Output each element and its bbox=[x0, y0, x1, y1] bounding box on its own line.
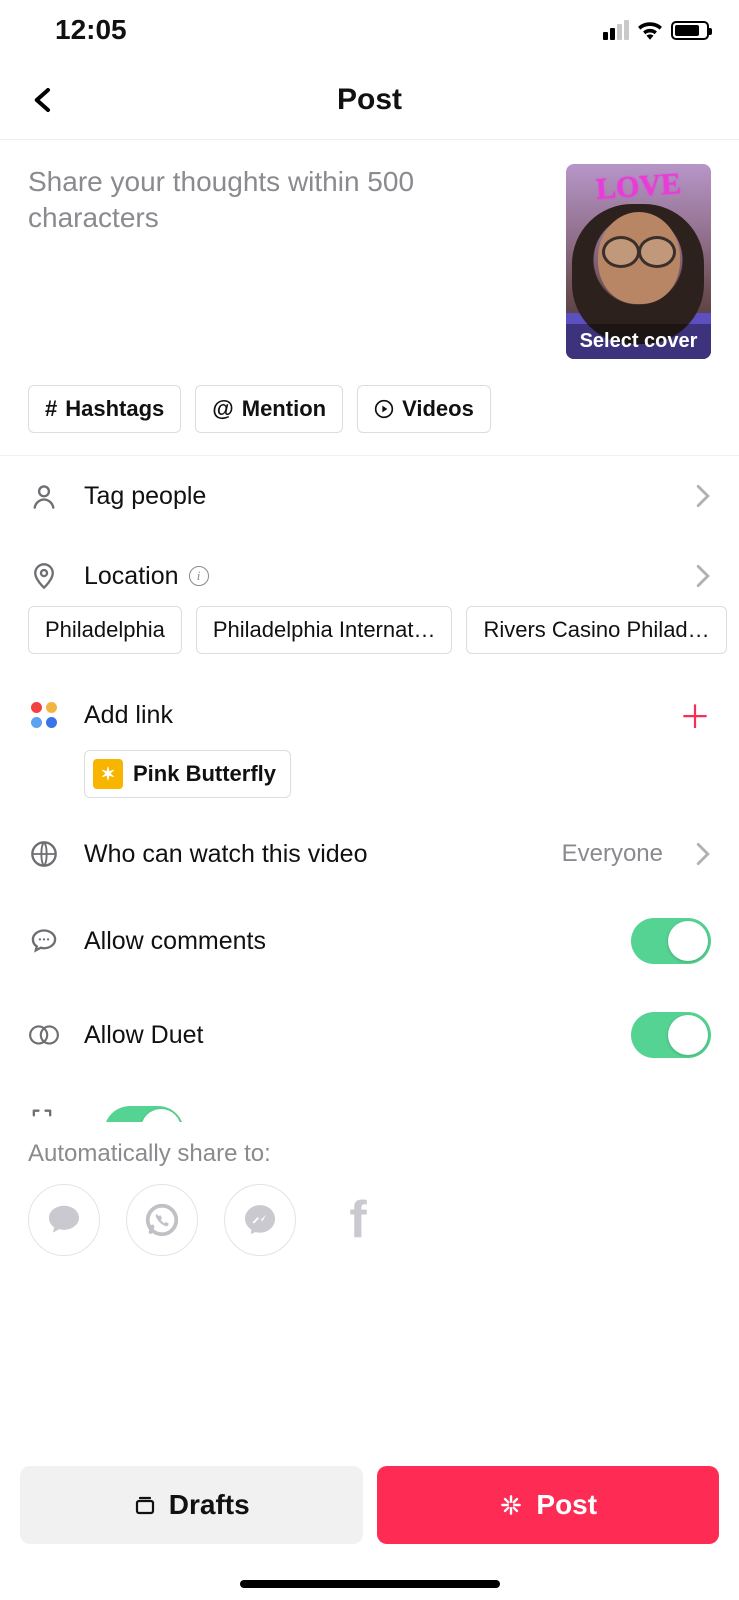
post-button[interactable]: Post bbox=[377, 1466, 720, 1544]
location-row[interactable]: Locationi bbox=[0, 536, 739, 606]
add-link-label: Add link bbox=[84, 701, 655, 730]
hashtags-chip[interactable]: # Hashtags bbox=[28, 385, 181, 433]
clock: 12:05 bbox=[55, 14, 127, 46]
comment-icon bbox=[28, 925, 60, 957]
video-thumbnail[interactable]: LOVE Select cover bbox=[566, 164, 711, 359]
mention-chip[interactable]: @ Mention bbox=[195, 385, 343, 433]
videos-chip[interactable]: Videos bbox=[357, 385, 491, 433]
globe-icon bbox=[28, 838, 60, 870]
apps-dots-icon bbox=[28, 699, 60, 731]
allow-duet-row: Allow Duet bbox=[0, 988, 739, 1082]
home-indicator bbox=[240, 1580, 500, 1588]
chevron-right-icon bbox=[695, 484, 711, 508]
share-label: Automatically share to: bbox=[28, 1140, 711, 1168]
battery-icon bbox=[671, 21, 709, 40]
compose-area: Share your thoughts within 500 character… bbox=[0, 140, 739, 371]
nav-header: Post bbox=[0, 60, 739, 140]
duet-icon bbox=[28, 1019, 60, 1051]
allow-comments-toggle[interactable] bbox=[631, 918, 711, 964]
page-title: Post bbox=[337, 83, 402, 117]
privacy-value: Everyone bbox=[562, 840, 663, 868]
hash-icon: # bbox=[45, 396, 57, 422]
videos-chip-label: Videos bbox=[402, 396, 474, 422]
content-scroll[interactable]: Share your thoughts within 500 character… bbox=[0, 140, 739, 1600]
tag-people-row[interactable]: Tag people bbox=[0, 456, 739, 536]
location-chip[interactable]: Rivers Casino Philad… bbox=[466, 606, 726, 654]
link-effect-label: Pink Butterfly bbox=[133, 761, 276, 787]
share-sms-button[interactable] bbox=[28, 1184, 100, 1256]
cellular-icon bbox=[603, 20, 629, 40]
post-label: Post bbox=[536, 1489, 597, 1521]
location-label: Locationi bbox=[84, 562, 671, 591]
mention-chip-label: Mention bbox=[242, 396, 326, 422]
status-bar: 12:05 bbox=[0, 0, 739, 60]
allow-comments-label: Allow comments bbox=[84, 927, 607, 956]
tag-people-label: Tag people bbox=[84, 482, 671, 511]
share-section: Automatically share to: f bbox=[0, 1128, 739, 1256]
share-whatsapp-button[interactable] bbox=[126, 1184, 198, 1256]
drafts-label: Drafts bbox=[169, 1489, 250, 1521]
play-circle-icon bbox=[374, 399, 394, 419]
share-facebook-button[interactable]: f bbox=[322, 1184, 394, 1256]
location-suggestions[interactable]: Philadelphia Philadelphia Internat… Rive… bbox=[0, 606, 739, 664]
sparkle-icon: ✶ bbox=[93, 759, 123, 789]
facebook-icon: f bbox=[349, 1194, 366, 1246]
chevron-right-icon bbox=[695, 564, 711, 588]
status-indicators bbox=[603, 20, 709, 40]
drafts-button[interactable]: Drafts bbox=[20, 1466, 363, 1544]
add-link-row[interactable]: Add link ＋ bbox=[0, 664, 739, 746]
link-effect-pill[interactable]: ✶ Pink Butterfly bbox=[84, 750, 291, 798]
stitch-icon bbox=[28, 1106, 56, 1122]
drafts-icon bbox=[133, 1493, 157, 1517]
caption-input[interactable]: Share your thoughts within 500 character… bbox=[28, 164, 548, 359]
allow-comments-row: Allow comments bbox=[0, 894, 739, 988]
plus-icon[interactable]: ＋ bbox=[679, 692, 711, 738]
wifi-icon bbox=[637, 20, 663, 40]
info-icon[interactable]: i bbox=[189, 566, 209, 586]
allow-stitch-toggle[interactable] bbox=[104, 1106, 184, 1122]
allow-duet-toggle[interactable] bbox=[631, 1012, 711, 1058]
select-cover-label: Select cover bbox=[566, 324, 711, 359]
chevron-right-icon bbox=[695, 842, 711, 866]
allow-duet-label: Allow Duet bbox=[84, 1021, 607, 1050]
hashtags-chip-label: Hashtags bbox=[65, 396, 164, 422]
location-pin-icon bbox=[28, 560, 60, 592]
location-chip[interactable]: Philadelphia Internat… bbox=[196, 606, 453, 654]
post-sparkle-icon bbox=[498, 1492, 524, 1518]
location-chip[interactable]: Philadelphia bbox=[28, 606, 182, 654]
allow-stitch-row bbox=[0, 1082, 739, 1122]
privacy-row[interactable]: Who can watch this video Everyone bbox=[0, 810, 739, 894]
share-messenger-button[interactable] bbox=[224, 1184, 296, 1256]
at-icon: @ bbox=[212, 396, 233, 422]
compose-chips: # Hashtags @ Mention Videos bbox=[0, 371, 739, 456]
back-button[interactable] bbox=[28, 85, 58, 115]
privacy-label: Who can watch this video bbox=[84, 840, 538, 869]
bottom-bar: Drafts Post bbox=[0, 1448, 739, 1600]
person-icon bbox=[28, 480, 60, 512]
caption-placeholder: Share your thoughts within 500 character… bbox=[28, 164, 548, 237]
